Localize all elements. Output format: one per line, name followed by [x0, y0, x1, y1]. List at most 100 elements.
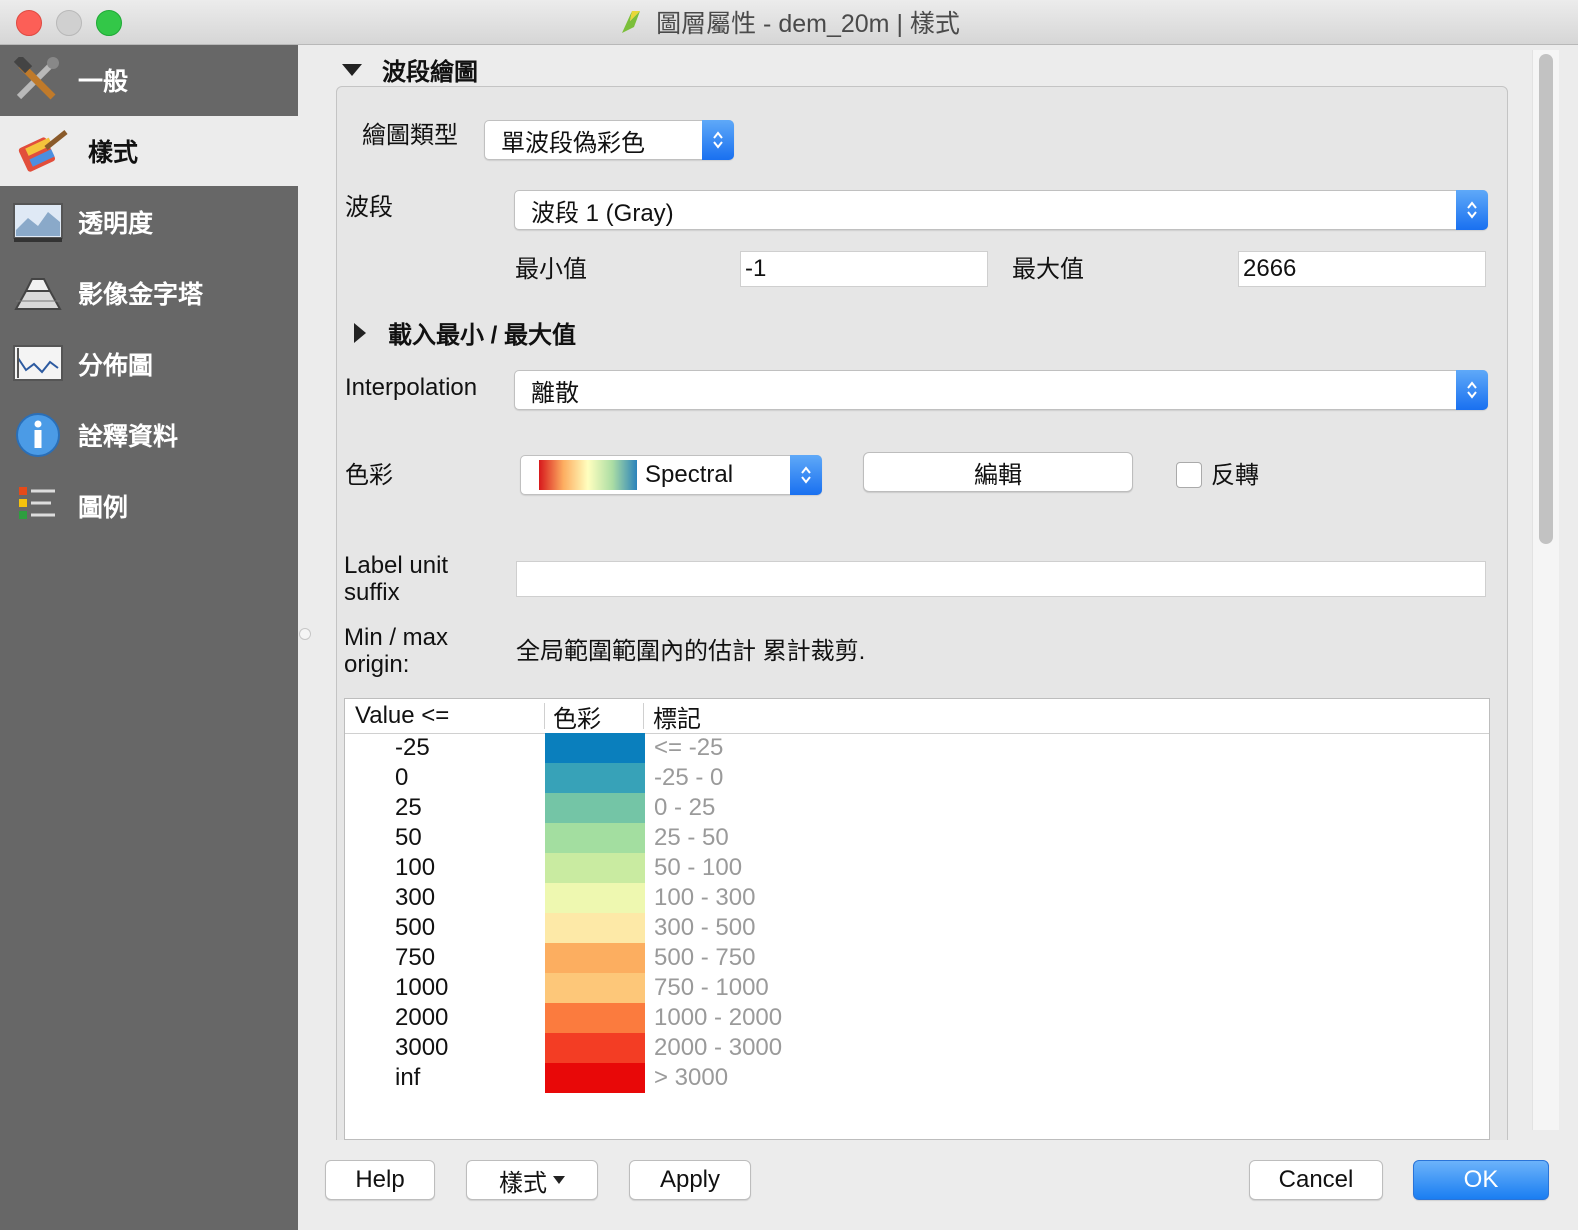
minmax-origin-value: 全局範圍範圍內的估計 累計裁剪. [516, 638, 866, 665]
table-row[interactable]: 2000 1000 - 2000 [345, 1003, 1489, 1033]
row-value: 750 [395, 944, 436, 971]
table-row[interactable]: 1000 750 - 1000 [345, 973, 1489, 1003]
paintbrush-icon [16, 128, 68, 174]
row-label: 100 - 300 [654, 884, 756, 911]
color-ramp-select[interactable]: Spectral [520, 455, 822, 495]
expand-arrow-icon [354, 322, 366, 343]
row-color-swatch[interactable] [545, 763, 645, 793]
row-label: 300 - 500 [654, 914, 756, 941]
table-row[interactable]: 500 300 - 500 [345, 913, 1489, 943]
sidebar-item-transparency[interactable]: 透明度 [0, 187, 298, 257]
sidebar-item-label: 影像金字塔 [78, 281, 204, 309]
row-color-swatch[interactable] [545, 883, 645, 913]
table-row[interactable]: 0 -25 - 0 [345, 763, 1489, 793]
row-value: 100 [395, 854, 436, 881]
row-label: > 3000 [654, 1064, 729, 1091]
table-header: Value <= 色彩 標記 [345, 699, 1489, 734]
title-bar: 圖層屬性 - dem_20m | 樣式 [0, 0, 1578, 45]
table-row[interactable]: inf > 3000 [345, 1063, 1489, 1093]
color-ramp-preview [539, 460, 637, 490]
row-color-swatch[interactable] [545, 853, 645, 883]
row-label: 50 - 100 [654, 854, 743, 881]
sidebar-item-histogram[interactable]: 分佈圖 [0, 329, 298, 399]
interpolation-value: 離散 [531, 379, 579, 407]
row-color-swatch[interactable] [545, 1063, 645, 1093]
tools-icon [12, 57, 64, 103]
qgis-icon [622, 11, 641, 33]
row-value: 50 [395, 824, 422, 851]
table-row[interactable]: 25 0 - 25 [345, 793, 1489, 823]
row-color-swatch[interactable] [545, 1003, 645, 1033]
column-header-value[interactable]: Value <= [355, 699, 449, 733]
table-row[interactable]: 750 500 - 750 [345, 943, 1489, 973]
column-separator [544, 703, 545, 729]
apply-button[interactable]: Apply [629, 1160, 751, 1200]
sidebar-item-metadata[interactable]: 詮釋資料 [0, 400, 298, 470]
row-value: 3000 [395, 1034, 449, 1061]
interpolation-select[interactable]: 離散 [514, 370, 1488, 410]
row-color-swatch[interactable] [545, 793, 645, 823]
row-label: 25 - 50 [654, 824, 729, 851]
cancel-button[interactable]: Cancel [1249, 1160, 1383, 1200]
vertical-scrollbar[interactable] [1532, 50, 1559, 1130]
table-row[interactable]: 3000 2000 - 3000 [345, 1033, 1489, 1063]
max-value-field[interactable]: 2666 [1238, 251, 1486, 287]
edit-color-ramp-button[interactable]: 編輯 [863, 452, 1133, 492]
row-color-swatch[interactable] [545, 733, 645, 763]
row-value: -25 [395, 734, 430, 761]
band-rendering-section-header[interactable]: 波段繪圖 [342, 52, 478, 87]
max-value: 2666 [1243, 255, 1297, 282]
render-type-select[interactable]: 單波段偽彩色 [484, 120, 734, 160]
column-header-color[interactable]: 色彩 [553, 699, 601, 733]
render-type-label: 繪圖類型 [362, 122, 458, 149]
table-row[interactable]: -25 <= -25 [345, 733, 1489, 763]
sidebar-item-legend[interactable]: 圖例 [0, 471, 298, 541]
table-row[interactable]: 100 50 - 100 [345, 853, 1489, 883]
sidebar-item-label: 樣式 [88, 139, 139, 167]
row-color-swatch[interactable] [545, 823, 645, 853]
sidebar: 一般 樣式 透明度 影像金字塔 分佈圖 詮釋資料 圖例 [0, 45, 298, 1230]
row-value: 2000 [395, 1004, 449, 1031]
row-color-swatch[interactable] [545, 973, 645, 1003]
row-label: 1000 - 2000 [654, 1004, 783, 1031]
load-minmax-toggle[interactable]: 載入最小 / 最大值 [354, 315, 576, 350]
row-value: 0 [395, 764, 409, 791]
row-color-swatch[interactable] [545, 1033, 645, 1063]
color-label: 色彩 [345, 462, 393, 489]
band-select[interactable]: 波段 1 (Gray) [514, 190, 1488, 230]
chevron-updown-icon [1456, 370, 1488, 410]
row-color-swatch[interactable] [545, 943, 645, 973]
column-header-label[interactable]: 標記 [653, 699, 701, 733]
invert-checkbox[interactable] [1176, 462, 1202, 488]
ok-button[interactable]: OK [1413, 1160, 1549, 1200]
load-minmax-label: 載入最小 / 最大值 [388, 322, 577, 349]
row-label: -25 - 0 [654, 764, 724, 791]
sidebar-item-general[interactable]: 一般 [0, 45, 298, 115]
sidebar-item-label: 詮釋資料 [78, 423, 179, 451]
splitter-handle[interactable] [299, 628, 311, 640]
row-label: <= -25 [654, 734, 724, 761]
row-label: 500 - 750 [654, 944, 756, 971]
color-class-table[interactable]: Value <= 色彩 標記 -25 <= -25 0 -25 - 0 25 0 - 25… [344, 698, 1490, 1140]
render-type-value: 單波段偽彩色 [501, 129, 645, 157]
info-icon [12, 412, 64, 458]
collapse-arrow-icon [342, 63, 362, 76]
row-value: inf [395, 1064, 421, 1091]
table-row[interactable]: 50 25 - 50 [345, 823, 1489, 853]
table-row[interactable]: 300 100 - 300 [345, 883, 1489, 913]
label-suffix-input[interactable] [516, 561, 1486, 597]
row-color-swatch[interactable] [545, 913, 645, 943]
window-title-wrap: 圖層屬性 - dem_20m | 樣式 [0, 0, 1578, 44]
sidebar-item-label: 分佈圖 [78, 352, 154, 380]
sidebar-item-style[interactable]: 樣式 [0, 116, 298, 186]
legend-icon [12, 483, 64, 529]
help-button[interactable]: Help [325, 1160, 435, 1200]
sidebar-item-pyramids[interactable]: 影像金字塔 [0, 258, 298, 328]
window-title: 圖層屬性 - dem_20m | 樣式 [656, 10, 960, 38]
min-value-field[interactable]: -1 [740, 251, 988, 287]
sidebar-item-label: 一般 [78, 68, 129, 96]
style-menu-button[interactable]: 樣式 [466, 1160, 598, 1200]
chevron-updown-icon [702, 120, 734, 160]
row-value: 25 [395, 794, 422, 821]
scrollbar-thumb[interactable] [1539, 54, 1553, 544]
